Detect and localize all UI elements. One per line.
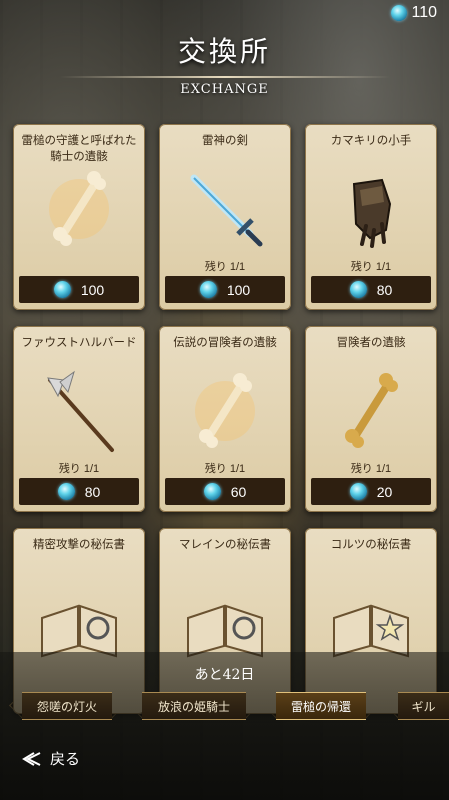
back-label: 戻る bbox=[50, 750, 81, 768]
bone-icon bbox=[345, 373, 398, 448]
book-icon bbox=[187, 604, 263, 658]
item-remaining: 残り 1/1 bbox=[350, 261, 392, 273]
page-subtitle: EXCHANGE bbox=[180, 82, 269, 97]
gauntlet-icon bbox=[352, 178, 392, 248]
gem-icon bbox=[391, 5, 408, 21]
exchange-item-card[interactable]: カマキリの小手 残り 1/1 80 bbox=[305, 124, 437, 310]
item-price: 80 bbox=[376, 281, 393, 298]
exchange-item-card[interactable]: 雷槌の守護と呼ばれた騎士の遺骸 100 bbox=[13, 124, 145, 310]
event-tab[interactable]: ギル bbox=[398, 692, 449, 720]
item-name: 冒険者の遺骸 bbox=[336, 335, 406, 349]
page-title: 交換所 bbox=[177, 35, 271, 68]
bone-icon bbox=[195, 373, 255, 448]
item-price-bar: 100 bbox=[19, 276, 139, 303]
item-price: 80 bbox=[84, 483, 101, 500]
title-divider bbox=[59, 76, 390, 78]
back-button[interactable]: 戻る bbox=[22, 748, 80, 769]
exchange-item-card[interactable]: 雷神の剣 残り 1/1 100 bbox=[159, 124, 291, 310]
book-icon bbox=[333, 604, 409, 658]
gem-icon bbox=[57, 483, 75, 500]
page-header: 交換所 EXCHANGE bbox=[0, 30, 449, 97]
item-name: 雷神の剣 bbox=[202, 133, 248, 147]
item-name: ファウストハルバード bbox=[21, 335, 137, 349]
gem-icon bbox=[349, 281, 367, 298]
item-price-bar: 80 bbox=[311, 276, 431, 303]
item-price-bar: 100 bbox=[165, 276, 285, 303]
item-price: 20 bbox=[376, 483, 393, 500]
item-remaining: 残り 1/1 bbox=[204, 261, 246, 273]
gem-icon bbox=[199, 281, 217, 298]
item-remaining: 残り 1/1 bbox=[350, 463, 392, 475]
event-tab-bar: 怨嗟の灯火 放浪の姫騎士 雷槌の帰還 ギル bbox=[0, 692, 449, 720]
item-price: 100 bbox=[226, 281, 251, 298]
book-icon bbox=[41, 604, 117, 658]
item-remaining: 残り 1/1 bbox=[58, 463, 100, 475]
item-price-bar: 20 bbox=[311, 478, 431, 505]
item-price: 60 bbox=[230, 483, 247, 500]
item-name: コルツの秘伝書 bbox=[330, 537, 412, 551]
item-price-bar: 60 bbox=[165, 478, 285, 505]
currency-amount: 110 bbox=[411, 4, 437, 21]
item-name: 精密攻撃の秘伝書 bbox=[33, 537, 125, 551]
event-tab-active[interactable]: 雷槌の帰還 bbox=[276, 692, 366, 720]
item-name: 伝説の冒険者の遺骸 bbox=[173, 335, 277, 349]
item-price: 100 bbox=[80, 281, 105, 298]
bone-icon bbox=[49, 171, 109, 246]
exchange-item-card[interactable]: 伝説の冒険者の遺骸 残り 1/1 60 bbox=[159, 326, 291, 512]
event-tab[interactable]: 放浪の姫騎士 bbox=[142, 692, 246, 720]
days-remaining: あと42日 bbox=[194, 667, 255, 683]
item-name: マレインの秘伝書 bbox=[179, 537, 271, 551]
currency-display: 110 bbox=[391, 4, 437, 22]
event-tab[interactable]: 怨嗟の灯火 bbox=[22, 692, 112, 720]
back-arrow-icon bbox=[22, 751, 41, 766]
exchange-item-card[interactable]: ファウストハルバード 残り 1/1 80 bbox=[13, 326, 145, 512]
sword-icon bbox=[190, 174, 263, 247]
item-name: 雷槌の守護と呼ばれた騎士の遺骸 bbox=[21, 133, 137, 163]
gem-icon bbox=[203, 483, 221, 500]
item-price-bar: 80 bbox=[19, 478, 139, 505]
gem-icon bbox=[349, 483, 367, 500]
item-remaining: 残り 1/1 bbox=[204, 463, 246, 475]
item-name: カマキリの小手 bbox=[330, 133, 412, 147]
gem-icon bbox=[53, 281, 71, 298]
halberd-icon bbox=[47, 370, 114, 452]
exchange-item-card[interactable]: 冒険者の遺骸 残り 1/1 20 bbox=[305, 326, 437, 512]
